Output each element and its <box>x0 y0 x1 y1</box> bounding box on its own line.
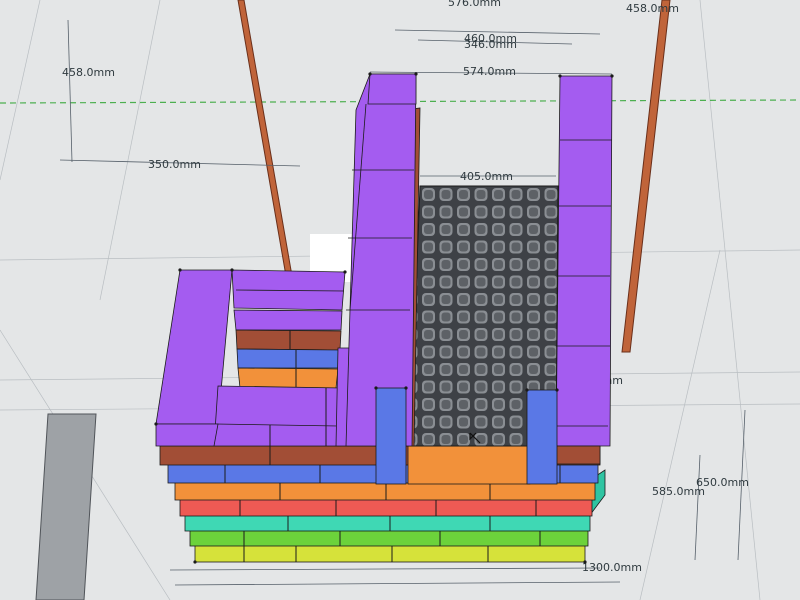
dim-574: 574.0mm <box>463 65 516 78</box>
dim-405: 405.0mm <box>460 170 513 183</box>
dim-346: 346.0mm <box>464 38 517 51</box>
firebox-front <box>407 445 531 485</box>
dim-458-left: 458.0mm <box>62 66 115 79</box>
layer-red <box>179 498 593 517</box>
right-tall-column <box>555 75 613 465</box>
dim-1300: 1300.0mm <box>582 561 642 574</box>
right-blue-post <box>526 389 558 485</box>
sketchup-viewport[interactable]: 576.0mm 458.0mm 460.0mm 346.0mm 574.0mm … <box>0 0 800 600</box>
layer-yellow <box>194 544 586 563</box>
dim-585: 585.0mm <box>652 485 705 498</box>
dim-350: 350.0mm <box>148 158 201 171</box>
dim-458-top: 458.0mm <box>626 2 679 15</box>
layer-orange <box>174 481 596 501</box>
layer-green <box>189 529 589 547</box>
dim-576: 576.0mm <box>448 0 501 9</box>
left-blue-post <box>375 387 407 485</box>
